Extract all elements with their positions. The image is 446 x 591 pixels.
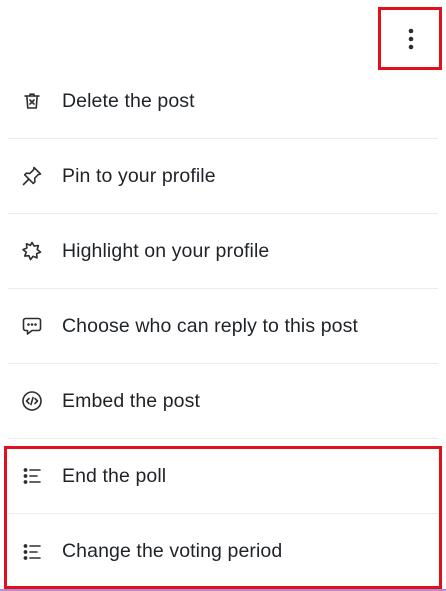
menu-item-label: Choose who can reply to this post [62,314,358,337]
chat-bubble-icon [21,315,43,337]
post-options-panel: Delete the post Pin to your profile High… [0,0,446,591]
menu-item-label: Highlight on your profile [62,239,270,262]
post-options-menu: Delete the post Pin to your profile High… [8,64,438,589]
menu-item-embed-post[interactable]: Embed the post [8,364,438,439]
menu-item-label: Change the voting period [62,540,283,562]
more-options-highlight [378,7,442,70]
menu-item-label: Embed the post [62,389,200,412]
menu-item-end-poll[interactable]: End the poll [8,439,438,514]
menu-item-label: Pin to your profile [62,164,216,187]
vertical-ellipsis-icon [408,28,414,50]
menu-item-reply-settings[interactable]: Choose who can reply to this post [8,289,438,364]
more-options-button[interactable] [391,19,431,59]
menu-item-delete-post[interactable]: Delete the post [8,64,438,139]
highlight-burst-icon [21,240,43,262]
poll-list-icon [21,465,43,487]
menu-item-highlight-profile[interactable]: Highlight on your profile [8,214,438,289]
poll-list-icon [21,541,43,563]
menu-item-label: Delete the post [62,89,195,112]
menu-item-pin-profile[interactable]: Pin to your profile [8,139,438,214]
menu-item-label: End the poll [62,464,167,487]
trash-icon [21,90,43,112]
menu-item-change-voting-period[interactable]: Change the voting period [8,514,438,589]
code-embed-icon [21,390,43,412]
pin-icon [21,165,43,187]
